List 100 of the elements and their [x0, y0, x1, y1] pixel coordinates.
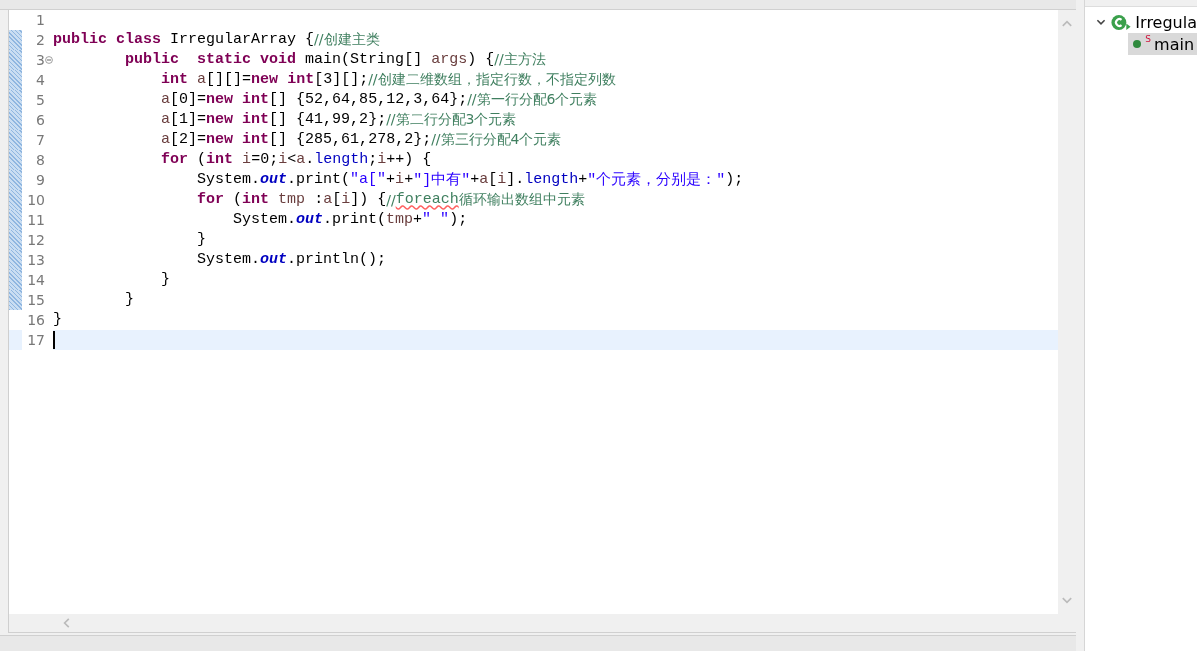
keyword-text: int — [242, 191, 270, 209]
code-text: + — [578, 171, 588, 189]
keyword-text: int — [242, 131, 270, 149]
collapse-icon[interactable] — [45, 55, 53, 64]
variable-text: i — [242, 151, 252, 169]
comment-text: //第三行分配4个元素 — [431, 130, 562, 149]
code-text: =0; — [251, 151, 279, 169]
code-text: System. — [197, 251, 261, 269]
string-text: "个元素，分别是：" — [587, 170, 726, 190]
variable-text: tmp — [386, 211, 414, 229]
code-text: ( — [197, 151, 207, 169]
comment-text: //主方法 — [494, 50, 546, 69]
field-text: out — [260, 251, 288, 269]
string-text: "]中有" — [413, 170, 471, 190]
code-text: + — [404, 171, 414, 189]
line-number: 7 — [36, 131, 45, 148]
code-text: [2]= — [170, 131, 207, 149]
code-text: [ — [488, 171, 498, 189]
code-text: + — [386, 171, 396, 189]
code-text: < — [287, 151, 297, 169]
keyword-text: int — [287, 71, 315, 89]
code-text: [3][]; — [314, 71, 369, 89]
code-text: main(String[] — [305, 51, 423, 69]
line-number: 12 — [27, 231, 45, 248]
code-text: + — [413, 211, 423, 229]
code-text: ]. — [506, 171, 525, 189]
keyword-text: new — [206, 131, 234, 149]
string-text: "a[" — [350, 171, 387, 189]
code-text: IrregularArray { — [170, 31, 315, 49]
line-number: 6 — [36, 111, 45, 128]
line-number: 16 — [27, 311, 45, 328]
variable-text: i — [395, 171, 405, 189]
line-number: 1 — [36, 11, 45, 28]
text-cursor — [53, 330, 55, 349]
comment-text: // — [386, 191, 396, 208]
line-number: 13 — [27, 251, 45, 268]
code-text: [1]= — [170, 111, 207, 129]
code-text: .print( — [287, 171, 351, 189]
keyword-text: for — [197, 191, 225, 209]
variable-text: a — [323, 191, 333, 209]
code-text: . — [305, 151, 315, 169]
line-number: 8 — [36, 151, 45, 168]
variable-text: a — [197, 71, 207, 89]
line-number: 2 — [36, 31, 45, 48]
code-text: } — [125, 291, 135, 309]
variable-text: i — [377, 151, 387, 169]
keyword-text: new — [206, 91, 234, 109]
code-text: ( — [233, 191, 243, 209]
class-icon — [1110, 13, 1133, 31]
code-text: [] {285,61,278,2}; — [269, 131, 432, 149]
variable-text: a — [161, 91, 171, 109]
code-text: } — [53, 311, 62, 329]
variable-text: i — [341, 191, 351, 209]
code-text: [][]= — [206, 71, 252, 89]
variable-text: args — [431, 51, 468, 69]
keyword-text: class — [116, 31, 162, 49]
field-text: out — [296, 211, 324, 229]
field-text: out — [260, 171, 288, 189]
keyword-text: for — [161, 151, 189, 169]
misspelled-text: foreach — [395, 191, 459, 209]
line-number: 5 — [36, 91, 45, 108]
keyword-text: public — [125, 51, 180, 69]
line-number: 4 — [36, 71, 45, 88]
code-text: System. — [197, 171, 261, 189]
variable-text: i — [497, 171, 507, 189]
keyword-text: int — [206, 151, 234, 169]
keyword-text: void — [260, 51, 297, 69]
keyword-text: public — [53, 31, 107, 49]
outline-item[interactable]: $^{S}$ main — [1128, 33, 1197, 55]
keyword-text: new — [206, 111, 234, 129]
method-icon — [1132, 39, 1143, 49]
member-text: length — [524, 171, 579, 189]
line-number: 9 — [36, 171, 45, 188]
variable-text: i — [278, 151, 288, 169]
comment-text: //创建主类 — [314, 30, 380, 49]
outline-item[interactable]: Irregula — [1085, 11, 1197, 33]
code-text: [] {52,64,85,12,3,64}; — [269, 91, 468, 109]
code-text: } — [161, 271, 171, 289]
code-text: .println(); — [287, 251, 387, 269]
comment-text: //第一行分配6个元素 — [467, 90, 598, 109]
code-text: ); — [449, 211, 468, 229]
comment-text: 循环输出数组中元素 — [458, 190, 585, 209]
code-text: : — [314, 191, 324, 209]
comment-text: //第二行分配3个元素 — [386, 110, 517, 129]
code-text: [0]= — [170, 91, 207, 109]
keyword-text: new — [251, 71, 279, 89]
code-text: } — [197, 231, 207, 249]
keyword-text: int — [242, 111, 270, 129]
code-text: .print( — [323, 211, 387, 229]
keyword-text: static — [197, 51, 252, 69]
variable-text: tmp — [278, 191, 306, 209]
line-number: 10 — [27, 191, 45, 208]
code-text: ); — [725, 171, 744, 189]
keyword-text: int — [242, 91, 270, 109]
variable-text: a — [161, 131, 171, 149]
code-text: + — [470, 171, 480, 189]
line-number: 11 — [27, 211, 45, 228]
line-number: 14 — [27, 271, 45, 288]
code-text: [] {41,99,2}; — [269, 111, 387, 129]
code-text: ; — [368, 151, 378, 169]
